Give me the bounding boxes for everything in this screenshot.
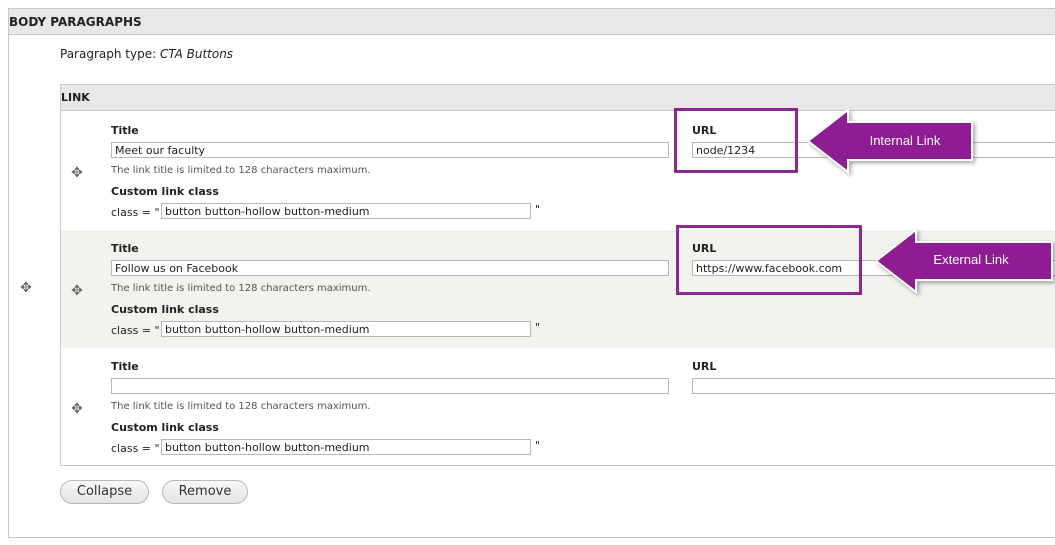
class-input[interactable]: button button-hollow button-medium [161,203,531,219]
paragraph-type-label: Paragraph type: [60,47,157,61]
url-label: URL [692,360,717,373]
external-link-highlight [676,225,862,295]
title-input[interactable]: Meet our faculty [111,142,669,158]
title-label: Title [111,360,139,373]
class-prefix: class = " [111,324,160,337]
class-suffix: " [535,439,541,452]
collapse-button[interactable]: Collapse [60,480,149,504]
class-input[interactable]: button button-hollow button-medium [161,321,531,337]
class-prefix: class = " [111,442,160,455]
title-label: Title [111,124,139,137]
paragraph-type-value: CTA Buttons [159,47,234,61]
title-label: Title [111,242,139,255]
custom-class-label: Custom link class [111,185,219,198]
move-icon[interactable]: ✥ [70,284,84,298]
title-description: The link title is limited to 128 charact… [111,165,371,176]
url-input[interactable] [692,378,1055,394]
custom-class-label: Custom link class [111,303,219,316]
title-description: The link title is limited to 128 charact… [111,283,371,294]
class-input[interactable]: button button-hollow button-medium [161,439,531,455]
paragraph-type: Paragraph type: CTA Buttons [60,47,233,61]
remove-button[interactable]: Remove [162,480,248,504]
internal-link-annotation: Internal Link [869,133,941,148]
class-prefix: class = " [111,206,160,219]
internal-link-highlight [674,108,798,173]
class-suffix: " [535,321,541,334]
move-icon[interactable]: ✥ [19,281,33,295]
move-icon[interactable]: ✥ [70,402,84,416]
class-suffix: " [535,203,541,216]
move-icon[interactable]: ✥ [70,166,84,180]
section-title: BODY PARAGRAPHS [9,9,1055,35]
title-description: The link title is limited to 128 charact… [111,401,371,412]
custom-class-label: Custom link class [111,421,219,434]
external-link-annotation: External Link [933,252,1009,267]
title-input[interactable] [111,378,669,394]
title-input[interactable]: Follow us on Facebook [111,260,669,276]
